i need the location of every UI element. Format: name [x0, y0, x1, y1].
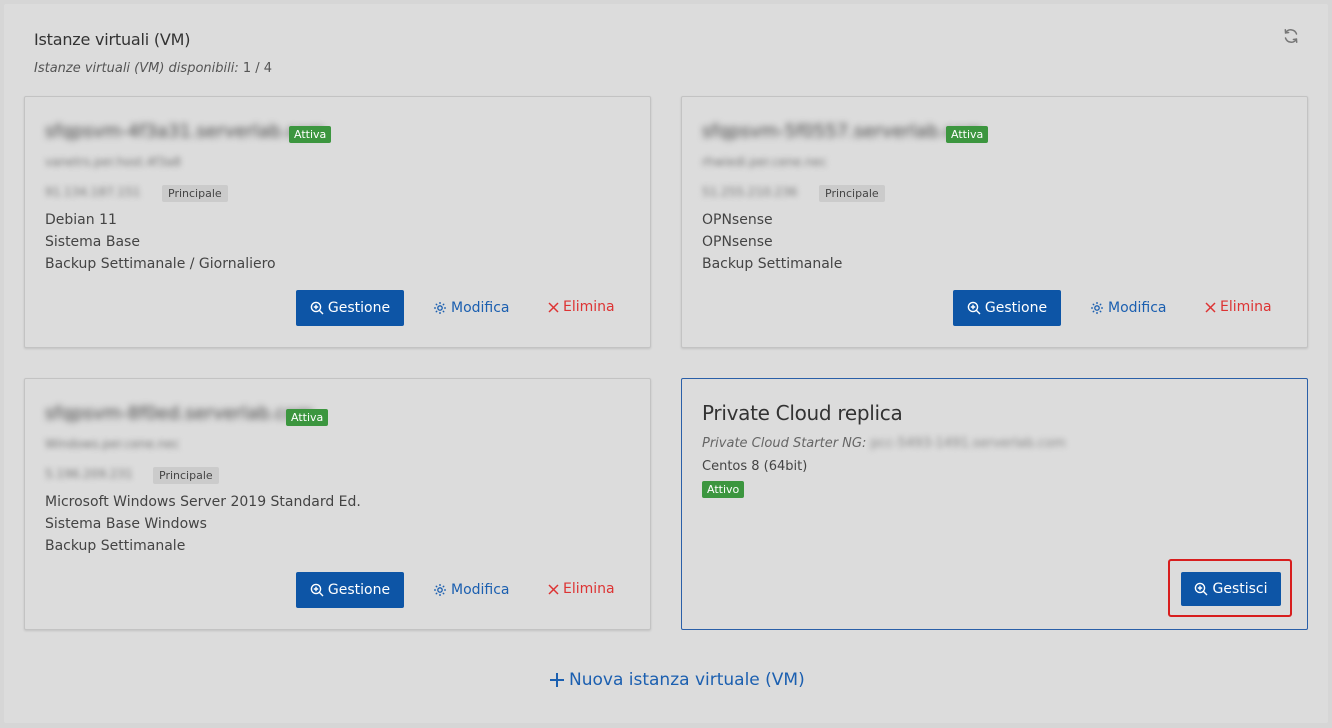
vm-os: Debian 11 — [45, 212, 117, 228]
manage-label: Gestione — [327, 300, 391, 316]
edit-label: Modifica — [1108, 300, 1167, 316]
close-icon — [1205, 301, 1216, 313]
delete-label: Elimina — [563, 299, 615, 315]
vm-count: 1 / 4 — [242, 61, 273, 76]
manage-button[interactable]: Gestione — [953, 290, 1061, 326]
vm-os: Microsoft Windows Server 2019 Standard E… — [45, 494, 361, 510]
zoom-in-icon — [310, 583, 324, 597]
edit-link[interactable]: Modifica — [433, 582, 510, 598]
close-icon — [548, 583, 559, 595]
vm-backup: Backup Settimanale — [702, 256, 843, 272]
plan-label: Private Cloud Starter NG: — [702, 436, 867, 451]
plan-hostname: pcc-5493-1491.serverlab.com — [870, 436, 1066, 451]
private-cloud-os: Centos 8 (64bit) — [702, 459, 808, 474]
delete-link[interactable]: Elimina — [1205, 299, 1272, 315]
manage-label: Gestione — [327, 582, 391, 598]
manage-button[interactable]: Gestione — [296, 290, 404, 326]
manage-private-cloud-button[interactable]: Gestisci — [1181, 572, 1281, 606]
vm-plan: Sistema Base — [45, 234, 140, 250]
edit-label: Modifica — [451, 582, 510, 598]
private-cloud-card: Private Cloud replica Private Cloud Star… — [681, 378, 1308, 630]
ip-primary-badge: Principale — [153, 467, 219, 484]
subtitle-label: Istanze virtuali (VM) disponibili: — [34, 61, 239, 76]
vm-backup: Backup Settimanale — [45, 538, 186, 554]
status-badge: Attivo — [702, 481, 745, 498]
manage-label: Gestisci — [1212, 581, 1268, 597]
zoom-in-icon — [310, 301, 324, 315]
vm-hostname-secondary: Windows.per.cene.nec — [45, 437, 180, 451]
vm-hostname: sfqpsvm-5f0557.serverlab.com — [702, 121, 983, 142]
close-icon — [548, 301, 559, 313]
vm-os: OPNsense — [702, 212, 773, 228]
vm-ip-address: 51.255.210.236 — [702, 185, 798, 199]
ip-primary-badge: Principale — [819, 185, 885, 202]
edit-link[interactable]: Modifica — [433, 300, 510, 316]
manage-label: Gestione — [984, 300, 1048, 316]
panel-subtitle: Istanze virtuali (VM) disponibili: 1 / 4 — [34, 61, 272, 76]
edit-label: Modifica — [451, 300, 510, 316]
delete-label: Elimina — [1220, 299, 1272, 315]
status-badge: Attiva — [286, 409, 329, 426]
manage-button[interactable]: Gestione — [296, 572, 404, 608]
status-badge: Attiva — [946, 126, 989, 143]
delete-link[interactable]: Elimina — [548, 581, 615, 597]
zoom-in-icon — [1194, 582, 1208, 596]
vm-ip-address: 91.134.187.151 — [45, 185, 141, 199]
gear-icon — [433, 301, 447, 315]
status-badge: Attiva — [289, 126, 332, 143]
edit-link[interactable]: Modifica — [1090, 300, 1167, 316]
plus-icon — [549, 672, 565, 688]
private-cloud-title: Private Cloud replica — [702, 401, 903, 425]
vm-card-1: sfqpsvm-4f3a31.serverlab.com Attiva vane… — [24, 96, 651, 348]
vm-plan: Sistema Base Windows — [45, 516, 207, 532]
new-vm-link[interactable]: Nuova istanza virtuale (VM) — [549, 670, 805, 690]
vm-card-2: sfqpsvm-5f0557.serverlab.com Attiva rhwi… — [681, 96, 1308, 348]
vm-ip-address: 5.196.209.231 — [45, 467, 133, 481]
gear-icon — [1090, 301, 1104, 315]
vm-hostname-secondary: vanetrs.per.host.4f3a8 — [45, 155, 181, 169]
private-cloud-plan: Private Cloud Starter NG: pcc-5493-1491.… — [702, 436, 1066, 451]
vm-card-3: sfqpsvm-8f0ed.serverlab.com Attiva Windo… — [24, 378, 651, 630]
panel-title: Istanze virtuali (VM) — [34, 30, 191, 49]
delete-label: Elimina — [563, 581, 615, 597]
zoom-in-icon — [967, 301, 981, 315]
ip-primary-badge: Principale — [162, 185, 228, 202]
refresh-icon[interactable] — [1282, 27, 1300, 45]
vm-hostname-secondary: rhwiedi.per.cene.nec — [702, 155, 827, 169]
vm-plan: OPNsense — [702, 234, 773, 250]
new-vm-label: Nuova istanza virtuale (VM) — [569, 670, 805, 690]
gear-icon — [433, 583, 447, 597]
delete-link[interactable]: Elimina — [548, 299, 615, 315]
vm-hostname: sfqpsvm-4f3a31.serverlab.com — [45, 121, 326, 142]
vm-backup: Backup Settimanale / Giornaliero — [45, 256, 276, 272]
vm-hostname: sfqpsvm-8f0ed.serverlab.com — [45, 403, 314, 424]
